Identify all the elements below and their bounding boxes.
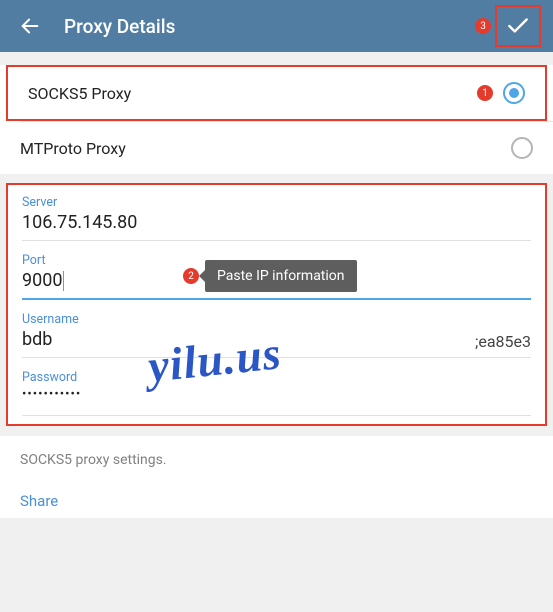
username-suffix: ;ea85e3 (475, 332, 531, 351)
server-input[interactable]: 106.75.145.80 (22, 212, 531, 236)
page-title: Proxy Details (64, 15, 475, 38)
password-input[interactable]: ••••••••••• (22, 387, 531, 411)
annotation-badge-1: 1 (477, 85, 493, 101)
back-button[interactable] (12, 8, 48, 44)
proxy-form: Server 106.75.145.80 Port 9000 Username … (6, 183, 547, 426)
proxy-type-section: SOCKS5 Proxy 1 MTProto Proxy (0, 65, 553, 174)
annotation-tooltip: Paste IP information (205, 260, 357, 292)
annotation-badge-2: 2 (183, 268, 199, 284)
proxy-type-mtproto-label: MTProto Proxy (20, 139, 511, 158)
footer-note: SOCKS5 proxy settings. (20, 452, 533, 468)
password-label: Password (22, 370, 531, 385)
annotation-tooltip-group: 2 Paste IP information (183, 260, 357, 292)
save-button[interactable] (495, 5, 541, 47)
proxy-type-socks5[interactable]: SOCKS5 Proxy 1 (8, 67, 545, 119)
proxy-type-mtproto[interactable]: MTProto Proxy (0, 122, 553, 174)
server-label: Server (22, 195, 531, 210)
annotation-badge-3: 3 (475, 18, 491, 34)
username-field-wrapper: Username bdb ;ea85e3 (22, 306, 531, 358)
arrow-left-icon (19, 15, 41, 37)
server-field-wrapper: Server 106.75.145.80 (22, 189, 531, 241)
password-field-wrapper: Password ••••••••••• (22, 364, 531, 416)
proxy-type-socks5-label: SOCKS5 Proxy (28, 84, 477, 103)
radio-unselected-icon (511, 137, 533, 159)
footer-section: SOCKS5 proxy settings. Share (0, 436, 553, 518)
app-header: Proxy Details 3 (0, 0, 553, 52)
username-input[interactable]: bdb (22, 329, 531, 353)
username-label: Username (22, 312, 531, 327)
share-link[interactable]: Share (20, 492, 533, 510)
check-icon (505, 13, 531, 39)
radio-selected-icon (503, 82, 525, 104)
